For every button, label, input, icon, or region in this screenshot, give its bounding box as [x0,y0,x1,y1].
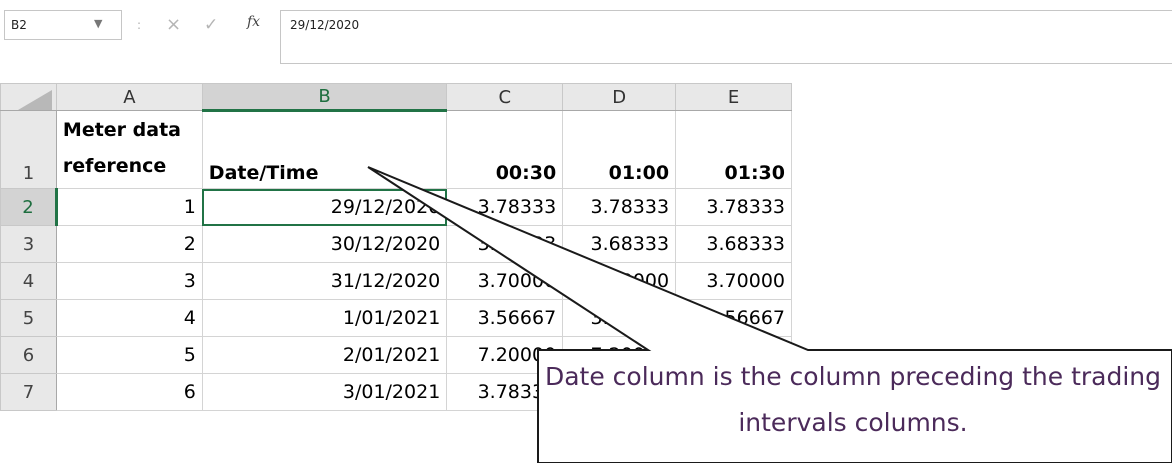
table-row: 3 2 30/12/2020 3.68333 3.68333 3.68333 [0,225,792,263]
column-header-e[interactable]: E [675,83,792,111]
cell-e3[interactable]: 3.68333 [675,225,792,263]
table-row: 2 1 29/12/2020 3.78333 3.78333 3.78333 [0,188,792,226]
row-header-4[interactable]: 4 [0,262,57,300]
cell-a3[interactable]: 2 [55,225,203,263]
column-header-c[interactable]: C [446,83,564,111]
table-row: 5 4 1/01/2021 3.56667 3.56667 3.56667 [0,299,792,337]
select-all-corner[interactable] [0,83,57,111]
row-header-1[interactable]: 1 [0,110,57,189]
cell-a2[interactable]: 1 [55,188,203,226]
row-header-2[interactable]: 2 [0,188,58,226]
table-row: 4 3 31/12/2020 3.70000 3.70000 3.70000 [0,262,792,300]
select-all-icon [17,89,52,110]
cell-e4[interactable]: 3.70000 [675,262,792,300]
cell-c1[interactable]: 00:30 [446,110,564,189]
cell-b6[interactable]: 2/01/2021 [201,336,448,374]
name-box[interactable]: B2 [4,10,122,40]
column-header-row: A B C D E [0,83,792,112]
cell-d2[interactable]: 3.78333 [562,188,677,226]
column-header-d[interactable]: D [562,83,677,111]
cell-c2[interactable]: 3.78333 [446,188,564,226]
cell-b2-active[interactable]: 29/12/2020 [201,188,448,226]
insert-function-icon[interactable]: fx [247,14,260,30]
table-row: 1 Meter data reference Date/Time 00:30 0… [0,110,792,189]
cell-a4[interactable]: 3 [55,262,203,300]
cell-a1[interactable]: Meter data reference [55,110,203,189]
cell-d3[interactable]: 3.68333 [562,225,677,263]
name-box-dropdown-icon[interactable]: ▼ [94,17,102,30]
enter-icon[interactable]: ✓ [204,15,218,35]
formula-bar-splitter[interactable]: : [137,18,141,32]
cell-e5[interactable]: 3.56667 [675,299,792,337]
row-header-7[interactable]: 7 [0,373,57,411]
row-header-3[interactable]: 3 [0,225,57,263]
name-box-value: B2 [11,18,27,32]
column-header-b[interactable]: B [201,83,448,112]
cell-b3[interactable]: 30/12/2020 [201,225,448,263]
cell-b5[interactable]: 1/01/2021 [201,299,448,337]
cell-e2[interactable]: 3.78333 [675,188,792,226]
cell-c3[interactable]: 3.68333 [446,225,564,263]
cell-a7[interactable]: 6 [55,373,203,411]
cell-d4[interactable]: 3.70000 [562,262,677,300]
cell-c4[interactable]: 3.70000 [446,262,564,300]
cell-b4[interactable]: 31/12/2020 [201,262,448,300]
cell-e1[interactable]: 01:30 [675,110,792,189]
cell-d1[interactable]: 01:00 [562,110,677,189]
cell-b7[interactable]: 3/01/2021 [201,373,448,411]
cell-d5[interactable]: 3.56667 [562,299,677,337]
formula-input[interactable]: 29/12/2020 [280,10,1172,64]
cell-a5[interactable]: 4 [55,299,203,337]
row-header-5[interactable]: 5 [0,299,57,337]
row-header-6[interactable]: 6 [0,336,57,374]
column-header-a[interactable]: A [55,83,203,111]
cell-c5[interactable]: 3.56667 [446,299,564,337]
cell-b1[interactable]: Date/Time [201,110,448,189]
cell-a6[interactable]: 5 [55,336,203,374]
cancel-icon[interactable]: × [166,15,181,35]
callout-text: Date column is the column preceding the … [544,362,1162,437]
formula-value: 29/12/2020 [290,18,360,32]
